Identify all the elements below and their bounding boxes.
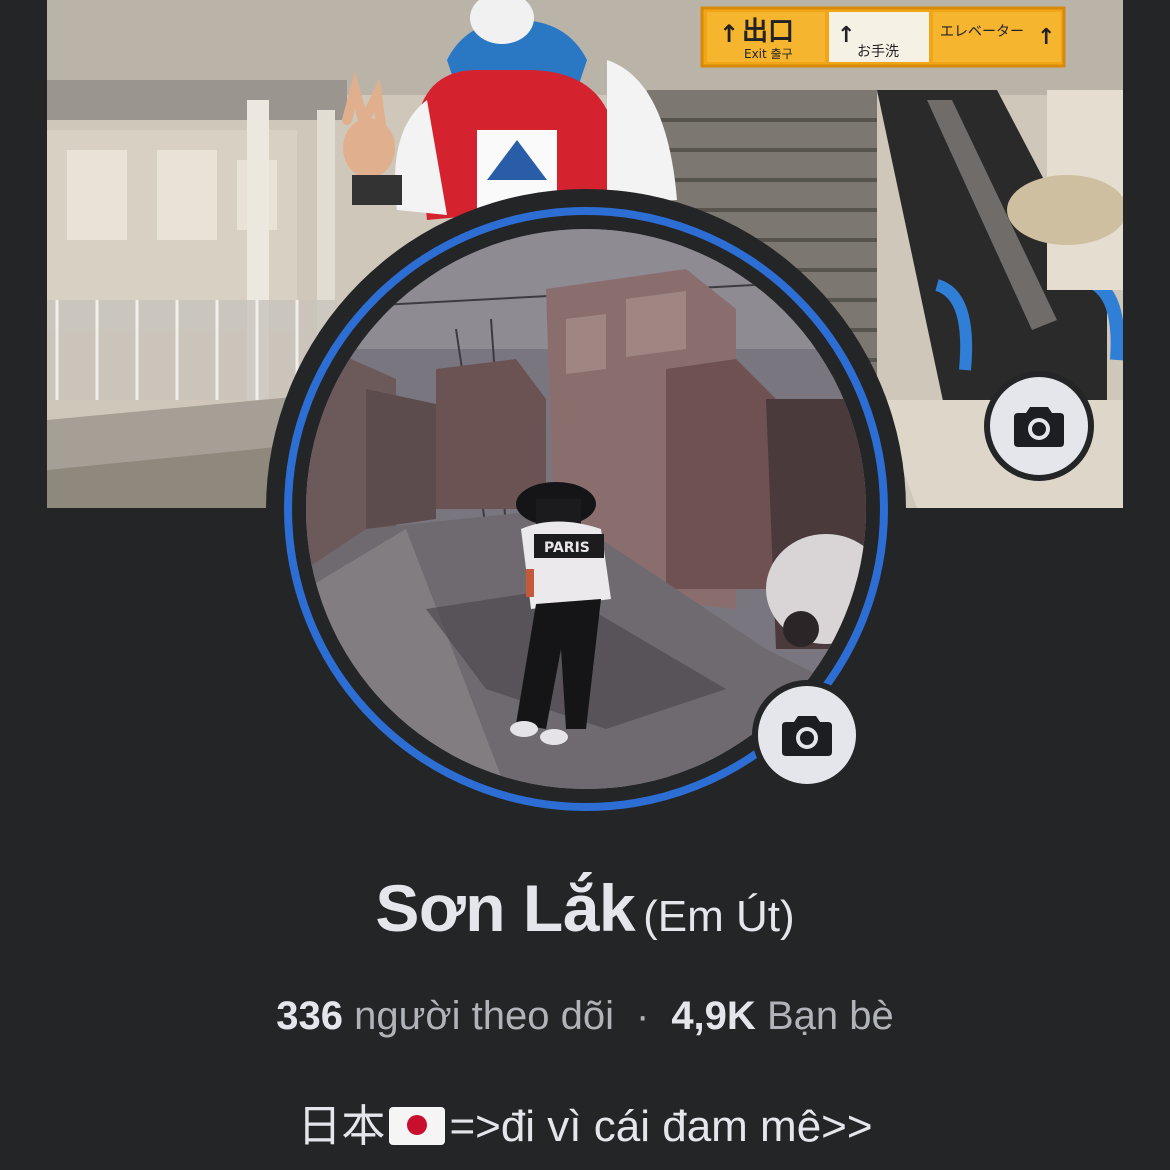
- friends-link[interactable]: 4,9K Bạn bè: [671, 994, 893, 1038]
- camera-icon: [782, 716, 832, 756]
- avatar-shirt-text: PARIS: [544, 540, 590, 556]
- followers-label: người theo dõi: [354, 994, 614, 1038]
- svg-text:↑: ↑: [837, 23, 855, 48]
- camera-icon: [1014, 407, 1064, 447]
- friends-count: 4,9K: [671, 994, 756, 1038]
- cover-camera-button[interactable]: [984, 371, 1094, 481]
- bio-text: =>đi vì cái đam mê>>: [449, 1102, 873, 1151]
- followers-link[interactable]: 336 người theo dõi: [276, 994, 614, 1038]
- profile-page: ↑ 出口 Exit 출구 ↑ お手洗 エレベーター ↑ PARIS Sơn Lắ…: [0, 0, 1170, 1170]
- friends-label: Bạn bè: [766, 994, 894, 1038]
- followers-count: 336: [276, 994, 344, 1038]
- cover-sign-exit: 出口: [742, 17, 794, 47]
- profile-stats: 336 người theo dõi · 4,9K Bạn bè: [0, 994, 1170, 1039]
- profile-name-main: Sơn Lắk: [375, 871, 636, 945]
- profile-name: Sơn Lắk (Em Út): [0, 870, 1170, 946]
- cover-sign-exit-en: Exit 출구: [744, 47, 793, 61]
- cover-sign-toilets: お手洗: [857, 44, 899, 60]
- profile-alternate-name: (Em Út): [643, 892, 795, 941]
- stats-separator: ·: [635, 994, 650, 1038]
- profile-bio: 日本 =>đi vì cái đam mê>>: [0, 1090, 1170, 1154]
- bio-prefix: 日本: [297, 1102, 386, 1151]
- svg-text:↑: ↑: [1037, 25, 1055, 50]
- cover-sign-elevator: エレベーター: [940, 24, 1024, 40]
- svg-text:↑: ↑: [719, 20, 739, 48]
- avatar-camera-button[interactable]: [752, 680, 862, 790]
- japan-flag-icon: [389, 1107, 446, 1145]
